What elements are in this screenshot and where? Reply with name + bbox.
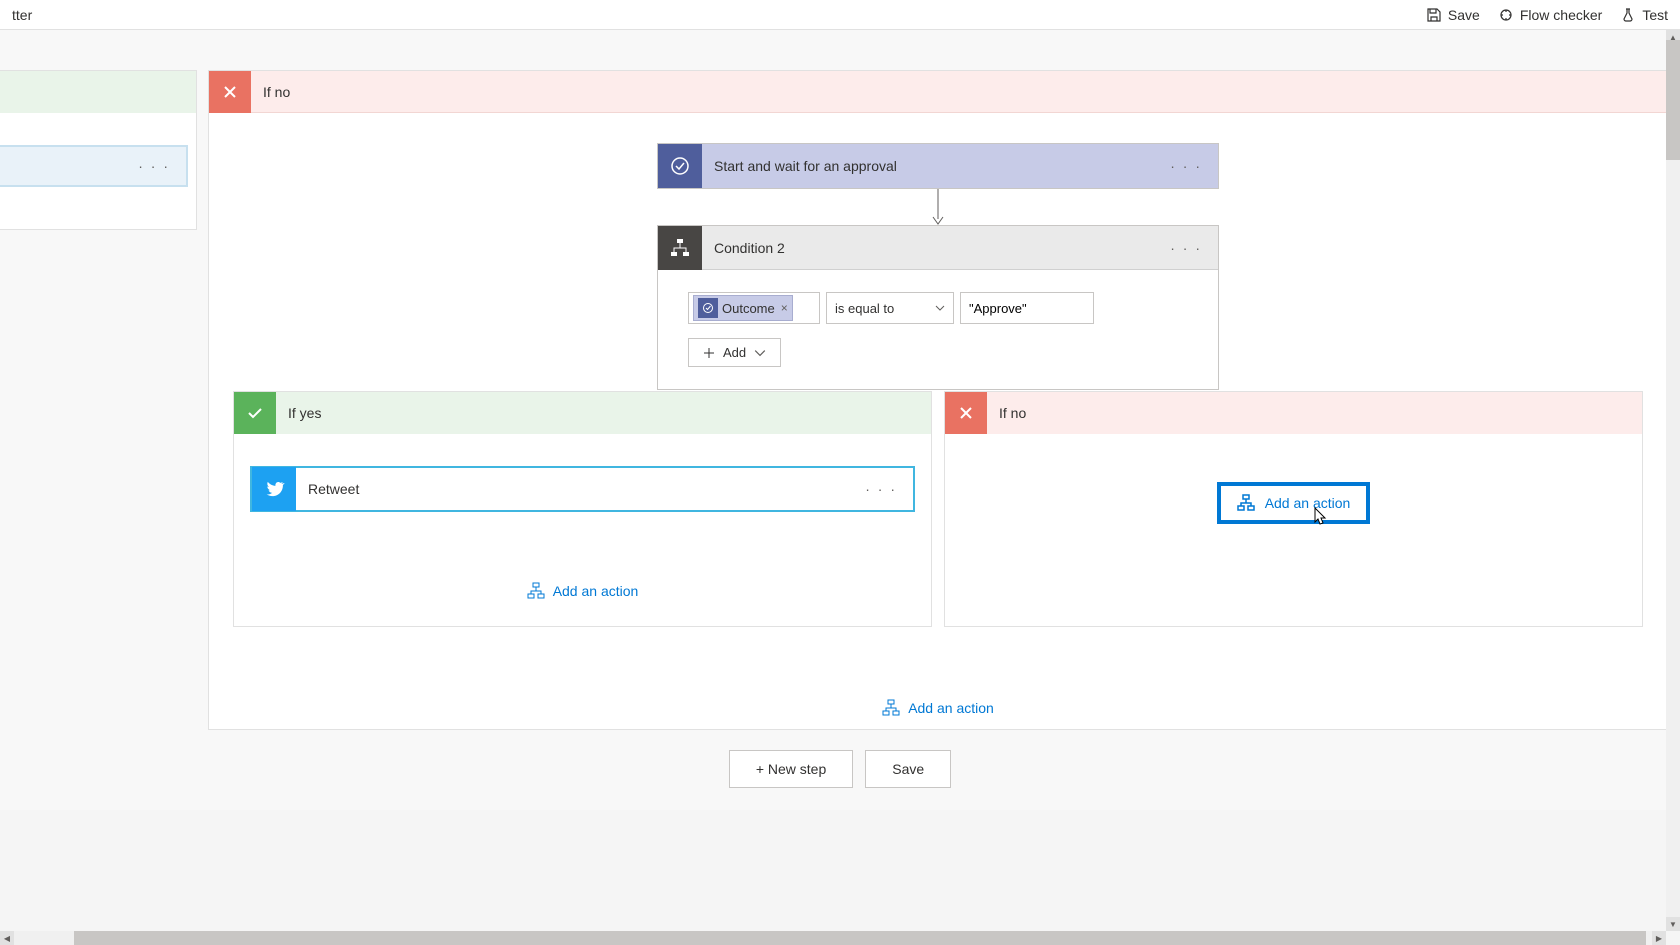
footer-buttons: + New step Save [0,750,1680,788]
add-condition-button[interactable]: Add [688,338,781,367]
save-icon [1426,7,1442,23]
condition-value-input[interactable] [960,292,1094,324]
add-action-yes[interactable]: Add an action [234,572,931,610]
vertical-scrollbar[interactable]: ▲ ▼ [1666,30,1680,931]
if-no-branch: If no Add an action [944,391,1643,627]
bottom-add-action: Add an action [209,689,1667,727]
flow-arrow [931,189,945,230]
condition-row: Outcome × is equal to [688,292,1188,324]
condition-operator-select[interactable]: is equal to [826,292,954,324]
scroll-left-arrow[interactable]: ◀ [0,931,14,945]
left-if-yes-header [0,71,196,113]
flow-checker-button[interactable]: Flow checker [1498,7,1602,23]
outer-if-no-container: If no Start and wait for an approval · ·… [208,70,1668,730]
condition-title: Condition 2 [714,240,1150,256]
flow-checker-icon [1498,7,1514,23]
outcome-token[interactable]: Outcome × [693,295,793,321]
chevron-down-icon [754,347,766,359]
x-icon [945,392,987,434]
token-label: Outcome [722,301,775,316]
add-action-label: Add an action [553,583,639,599]
test-label: Test [1642,7,1668,23]
check-icon [234,392,276,434]
save-button[interactable]: Save [1426,7,1480,23]
approval-icon [658,144,702,188]
test-icon [1620,7,1636,23]
if-no-label: If no [999,405,1026,421]
test-button[interactable]: Test [1620,7,1668,23]
retweet-title: Retweet [296,481,857,497]
x-icon [209,71,251,113]
outer-if-no-header[interactable]: If no [209,71,1667,113]
condition-branches: If yes Retweet · · · Add an action [233,391,1643,627]
ellipsis-icon[interactable]: · · · [130,154,178,178]
left-if-yes-partial: · · · [0,70,197,230]
outer-if-no-label: If no [263,84,290,100]
flow-checker-label: Flow checker [1520,7,1602,23]
add-action-icon [882,699,900,717]
remove-token-icon[interactable]: × [781,301,788,315]
save-footer-button[interactable]: Save [865,750,951,788]
if-yes-label: If yes [288,405,321,421]
retweet-action[interactable]: Retweet · · · [250,466,915,512]
scroll-thumb-v[interactable] [1666,40,1680,160]
scroll-right-arrow[interactable]: ▶ [1652,931,1666,945]
scroll-down-arrow[interactable]: ▼ [1666,917,1680,931]
twitter-icon [252,467,296,511]
new-step-button[interactable]: + New step [729,750,853,788]
condition-left-operand[interactable]: Outcome × [688,292,820,324]
horizontal-scrollbar[interactable]: ◀ ▶ [0,931,1666,945]
ellipsis-icon[interactable]: · · · [1162,154,1210,178]
if-no-header[interactable]: If no [945,392,1642,434]
add-action-label: Add an action [908,700,994,716]
add-action-icon [1237,494,1255,512]
add-action-icon [527,582,545,600]
if-yes-branch: If yes Retweet · · · Add an action [233,391,932,627]
if-yes-header[interactable]: If yes [234,392,931,434]
approval-step[interactable]: Start and wait for an approval · · · [657,143,1219,189]
ellipsis-icon[interactable]: · · · [1162,236,1210,260]
condition-icon [658,226,702,270]
add-action-label: Add an action [1265,495,1351,511]
save-label: Save [1448,7,1480,23]
plus-icon [703,347,715,359]
page-title-fragment: tter [12,7,32,23]
condition-step[interactable]: Condition 2 · · · Outcome × is equal to [657,225,1219,390]
left-collapsed-action-card[interactable]: · · · [0,145,188,187]
flow-canvas[interactable]: · · · If no Start and wait for an approv… [0,30,1680,810]
add-label: Add [723,345,746,360]
operator-label: is equal to [835,301,894,316]
topbar-actions: Save Flow checker Test [1426,7,1668,23]
scroll-thumb-h[interactable] [74,931,1646,945]
topbar: tter Save Flow checker Test [0,0,1680,30]
add-action-main[interactable]: Add an action [872,689,1004,727]
condition-body: Outcome × is equal to Add [658,270,1218,389]
ellipsis-icon[interactable]: · · · [857,477,905,501]
approval-icon [698,298,718,318]
approval-title: Start and wait for an approval [714,158,1150,174]
add-action-no-highlighted[interactable]: Add an action [1217,482,1371,524]
chevron-down-icon [935,303,945,313]
